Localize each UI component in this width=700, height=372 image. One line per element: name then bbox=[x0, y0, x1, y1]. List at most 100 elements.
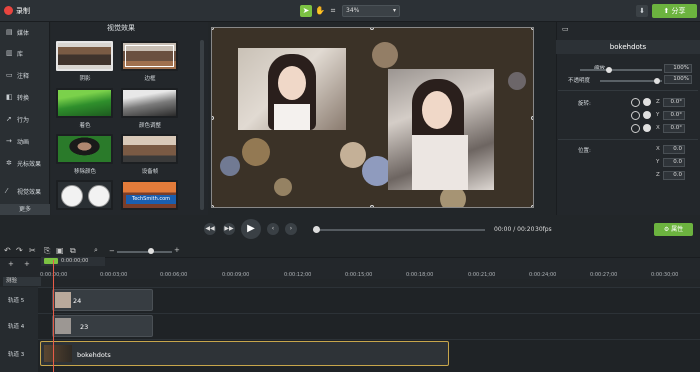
opacity-slider[interactable] bbox=[600, 80, 662, 82]
sidebar-item-transition[interactable]: ◧ 转换 bbox=[0, 90, 50, 104]
rotation-label: 旋转: bbox=[578, 101, 591, 107]
rotate-x-knob[interactable] bbox=[643, 124, 651, 132]
sidebar-item-media[interactable]: ▤ 媒体 bbox=[0, 25, 50, 39]
scale-value[interactable]: 100% bbox=[664, 64, 692, 73]
scale-slider[interactable] bbox=[580, 69, 662, 71]
timeline-zoom-slider[interactable] bbox=[117, 251, 172, 253]
crop-tool-icon[interactable]: ⌗ bbox=[327, 5, 339, 17]
sidebar-item-visual-effects[interactable]: ⁄ 视觉效果 bbox=[0, 184, 50, 198]
clip-image-24[interactable] bbox=[238, 48, 346, 130]
resize-handle[interactable] bbox=[370, 205, 374, 207]
track-label[interactable]: 轨道 4 bbox=[0, 313, 38, 339]
zoom-in-icon[interactable]: + bbox=[174, 246, 180, 254]
resize-handle[interactable] bbox=[531, 28, 533, 30]
effects-scrollbar[interactable] bbox=[200, 40, 204, 210]
copy-icon[interactable]: ⎘ bbox=[44, 246, 50, 256]
timeline-toolbar bbox=[0, 245, 700, 257]
record-label[interactable]: 录制 bbox=[16, 6, 30, 16]
fps-label: 30fps bbox=[535, 226, 552, 233]
add-track-icon[interactable]: + bbox=[8, 260, 14, 268]
effect-thumb-landscape[interactable]: TechSmith.com bbox=[121, 180, 178, 210]
clip-label: bokehdots bbox=[77, 351, 111, 359]
share-button[interactable]: ⬆ 分享 bbox=[652, 4, 697, 18]
scrub-track[interactable] bbox=[313, 229, 485, 231]
resize-handle[interactable] bbox=[212, 205, 214, 207]
position-z-value[interactable]: 0.0 bbox=[663, 171, 685, 180]
sidebar-item-cursor-effects[interactable]: ✲ 光标效果 bbox=[0, 156, 50, 170]
effect-thumb-remove-color[interactable] bbox=[56, 134, 113, 164]
more-button[interactable]: 更多 bbox=[0, 204, 50, 215]
sidebar-item-behavior[interactable]: ➚ 行为 bbox=[0, 112, 50, 126]
rotate-z-knob[interactable] bbox=[643, 98, 651, 106]
rotation-z-value[interactable]: 0.0° bbox=[663, 98, 685, 107]
visual-properties-tab-icon[interactable]: ▭ bbox=[562, 25, 574, 35]
resize-handle[interactable] bbox=[212, 116, 214, 120]
visual-effect-icon: ⁄ bbox=[6, 186, 8, 195]
rotation-axis: Y bbox=[656, 112, 660, 118]
resize-handle[interactable] bbox=[370, 28, 374, 30]
next-icon[interactable]: › bbox=[285, 223, 297, 235]
effect-label: 边框 bbox=[144, 76, 156, 82]
sidebar-item-label: 转换 bbox=[17, 94, 30, 102]
scrub-handle[interactable] bbox=[313, 226, 320, 233]
rotate-y-knob[interactable] bbox=[643, 111, 651, 119]
timeline-clip-24[interactable]: 24 bbox=[52, 289, 153, 311]
properties-button[interactable]: ⚙ 属性 bbox=[654, 223, 693, 236]
effect-thumb-color-adjust[interactable] bbox=[121, 88, 178, 118]
resize-handle[interactable] bbox=[212, 28, 214, 30]
playhead-line[interactable] bbox=[53, 260, 54, 372]
pan-tool-icon[interactable]: ✋ bbox=[314, 5, 326, 17]
effect-label: 移除颜色 bbox=[73, 169, 96, 175]
play-button[interactable]: ▶ bbox=[241, 219, 261, 239]
timeline-clip-23[interactable]: 23 bbox=[52, 315, 153, 337]
effect-thumb-border[interactable] bbox=[121, 41, 178, 71]
effect-thumb-shadow[interactable] bbox=[56, 41, 113, 71]
rotate-x-icon bbox=[631, 124, 640, 133]
sidebar-item-annotation[interactable]: ▭ 注释 bbox=[0, 68, 50, 82]
resize-handle[interactable] bbox=[531, 116, 533, 120]
step-back-icon[interactable]: ◀◀ bbox=[204, 223, 216, 235]
add-marker-icon[interactable]: + bbox=[24, 260, 30, 268]
opacity-value[interactable]: 100% bbox=[664, 75, 692, 84]
scale-slider-knob[interactable] bbox=[606, 67, 612, 73]
marker-track-label[interactable]: 测验 bbox=[3, 277, 41, 286]
effect-thumb-colorize[interactable] bbox=[56, 88, 113, 118]
timeline-clip-bokehdots[interactable]: bokehdots bbox=[40, 341, 449, 366]
clock-icon bbox=[61, 185, 83, 207]
clip-image-23[interactable] bbox=[388, 69, 494, 190]
select-tool-icon[interactable]: ➤ bbox=[300, 5, 312, 17]
effect-thumb-device-frame[interactable] bbox=[121, 134, 178, 164]
effect-thumb-clock[interactable] bbox=[56, 180, 113, 210]
position-x-value[interactable]: 0.0 bbox=[663, 145, 685, 154]
resize-handle[interactable] bbox=[531, 205, 533, 207]
undo-icon[interactable]: ↶ bbox=[4, 246, 11, 255]
record-icon[interactable] bbox=[4, 6, 13, 15]
track-label[interactable]: 轨道 3 bbox=[0, 339, 38, 372]
redo-icon[interactable]: ↷ bbox=[16, 246, 23, 255]
sidebar-item-animation[interactable]: → 动画 bbox=[0, 134, 50, 148]
sidebar-item-library[interactable]: ▥ 库 bbox=[0, 46, 50, 60]
sidebar-item-label: 动画 bbox=[17, 138, 30, 146]
timeline-zoom-knob[interactable] bbox=[148, 248, 154, 254]
rotation-x-value[interactable]: 0.0° bbox=[663, 124, 685, 133]
bokeh-dot bbox=[242, 138, 270, 166]
rotation-axis: Z bbox=[656, 99, 660, 105]
position-y-value[interactable]: 0.0 bbox=[663, 158, 685, 167]
split-icon[interactable]: ⧉ bbox=[70, 246, 76, 256]
track-label[interactable]: 轨道 5 bbox=[0, 287, 38, 313]
playhead-handle[interactable] bbox=[44, 258, 58, 264]
previous-icon[interactable]: ‹ bbox=[267, 223, 279, 235]
cut-icon[interactable]: ✂ bbox=[29, 246, 36, 255]
clip-thumbnail bbox=[55, 292, 71, 308]
cursor-effect-icon: ✲ bbox=[6, 158, 12, 167]
preview-canvas[interactable] bbox=[211, 27, 534, 208]
step-forward-icon[interactable]: ▶▶ bbox=[223, 223, 235, 235]
download-icon[interactable]: ⬇ bbox=[636, 5, 648, 17]
opacity-slider-knob[interactable] bbox=[654, 78, 660, 84]
rotation-y-value[interactable]: 0.0° bbox=[663, 111, 685, 120]
clip-label: 23 bbox=[80, 323, 89, 331]
clip-label: 24 bbox=[73, 297, 82, 305]
zoom-out-icon[interactable]: − bbox=[109, 247, 115, 255]
paste-icon[interactable]: ▣ bbox=[56, 246, 64, 255]
zoom-select[interactable]: 34% ▾ bbox=[342, 5, 400, 17]
